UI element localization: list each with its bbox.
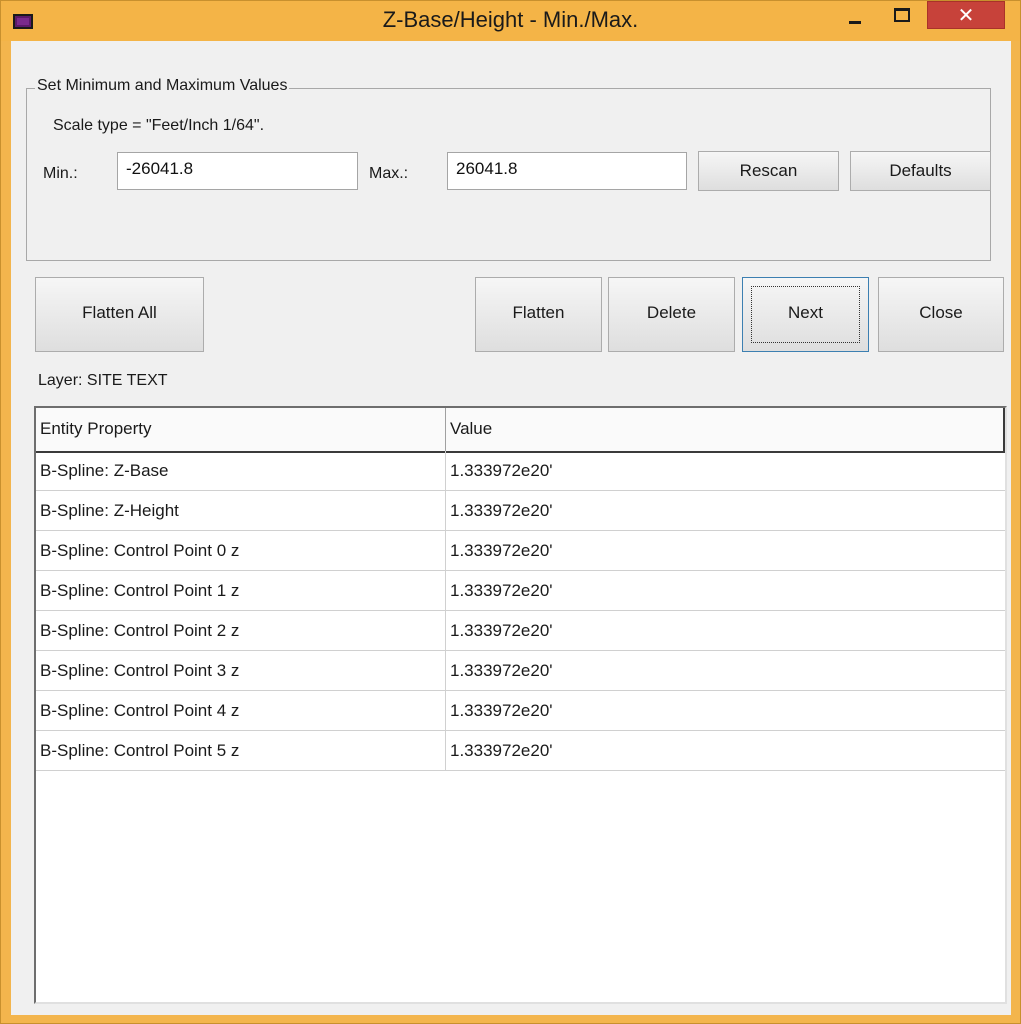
table-row[interactable]: B-Spline: Control Point 3 z 1.333972e20' [36, 651, 1005, 691]
table-row[interactable]: B-Spline: Control Point 5 z 1.333972e20' [36, 731, 1005, 771]
max-input[interactable]: 26041.8 [447, 152, 687, 190]
dialog-window: Z-Base/Height - Min./Max. ✕ Set Minimum … [0, 0, 1021, 1024]
min-label: Min.: [43, 165, 78, 182]
close-icon: ✕ [957, 3, 975, 27]
value-cell[interactable]: 1.333972e20' [446, 691, 1005, 730]
property-cell: B-Spline: Control Point 0 z [36, 531, 446, 570]
entity-property-grid[interactable]: Entity Property Value B-Spline: Z-Base 1… [34, 406, 1007, 1004]
maximize-icon [894, 8, 910, 22]
grid-header: Entity Property Value [36, 408, 1005, 453]
delete-button[interactable]: Delete [608, 277, 735, 352]
delete-button-label: Delete [646, 303, 697, 322]
window-title: Z-Base/Height - Min./Max. [382, 7, 639, 32]
column-header-entity-property[interactable]: Entity Property [36, 408, 446, 451]
property-cell: B-Spline: Control Point 2 z [36, 611, 446, 650]
table-row[interactable]: B-Spline: Control Point 0 z 1.333972e20' [36, 531, 1005, 571]
max-label: Max.: [369, 165, 409, 182]
rescan-button-label: Rescan [739, 161, 798, 180]
value-cell[interactable]: 1.333972e20' [446, 531, 1005, 570]
property-cell: B-Spline: Control Point 3 z [36, 651, 446, 690]
defaults-button[interactable]: Defaults [850, 151, 991, 191]
value-cell[interactable]: 1.333972e20' [446, 451, 1005, 490]
value-cell[interactable]: 1.333972e20' [446, 571, 1005, 610]
property-cell: B-Spline: Control Point 5 z [36, 731, 446, 770]
close-button[interactable]: Close [878, 277, 1004, 352]
flatten-button[interactable]: Flatten [475, 277, 602, 352]
groupbox-title: Set Minimum and Maximum Values [35, 77, 290, 95]
defaults-button-label: Defaults [889, 161, 952, 180]
flatten-all-button[interactable]: Flatten All [35, 277, 204, 352]
min-input[interactable]: -26041.8 [117, 152, 358, 190]
table-row[interactable]: B-Spline: Control Point 2 z 1.333972e20' [36, 611, 1005, 651]
scale-type-text: Scale type = "Feet/Inch 1/64". [53, 117, 265, 134]
property-cell: B-Spline: Z-Base [36, 451, 446, 490]
table-row[interactable]: B-Spline: Z-Height 1.333972e20' [36, 491, 1005, 531]
next-button[interactable]: Next [742, 277, 869, 352]
title-bar[interactable]: Z-Base/Height - Min./Max. ✕ [1, 1, 1020, 41]
value-cell[interactable]: 1.333972e20' [446, 491, 1005, 530]
minimize-icon [849, 21, 861, 24]
flatten-button-label: Flatten [512, 303, 565, 322]
minimize-button[interactable] [835, 1, 875, 29]
value-cell[interactable]: 1.333972e20' [446, 731, 1005, 770]
close-button-label: Close [919, 303, 963, 322]
property-cell: B-Spline: Control Point 1 z [36, 571, 446, 610]
property-cell: B-Spline: Z-Height [36, 491, 446, 530]
rescan-button[interactable]: Rescan [698, 151, 839, 191]
property-cell: B-Spline: Control Point 4 z [36, 691, 446, 730]
maximize-button[interactable] [879, 1, 925, 29]
next-button-label: Next [788, 303, 823, 322]
close-window-button[interactable]: ✕ [927, 1, 1005, 29]
value-cell[interactable]: 1.333972e20' [446, 651, 1005, 690]
table-row[interactable]: B-Spline: Control Point 1 z 1.333972e20' [36, 571, 1005, 611]
flatten-all-button-label: Flatten All [82, 303, 157, 322]
table-row[interactable]: B-Spline: Z-Base 1.333972e20' [36, 451, 1005, 491]
app-icon[interactable] [13, 14, 33, 29]
table-row[interactable]: B-Spline: Control Point 4 z 1.333972e20' [36, 691, 1005, 731]
column-header-value[interactable]: Value [446, 408, 1005, 451]
value-cell[interactable]: 1.333972e20' [446, 611, 1005, 650]
grid-rows: B-Spline: Z-Base 1.333972e20' B-Spline: … [36, 451, 1005, 771]
layer-label: Layer: SITE TEXT [38, 372, 168, 389]
